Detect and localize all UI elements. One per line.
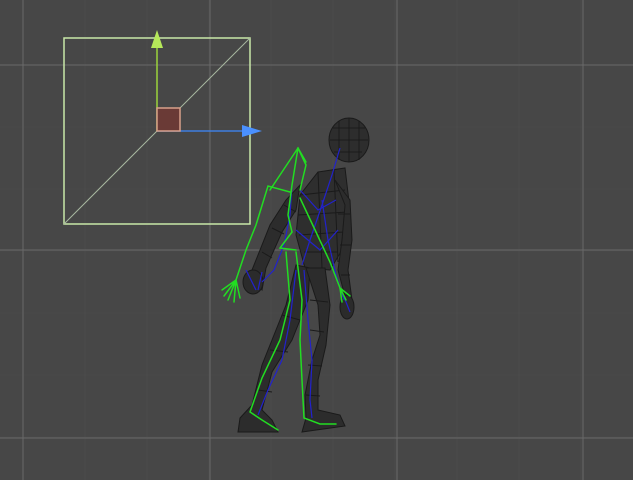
- arrow-up-icon[interactable]: [151, 30, 163, 48]
- scene-canvas[interactable]: [0, 0, 633, 480]
- character-model[interactable]: [221, 117, 370, 433]
- scene-viewport[interactable]: [0, 0, 633, 480]
- character-mesh-wireframe: [237, 117, 370, 433]
- square-handle-icon[interactable]: [156, 107, 181, 132]
